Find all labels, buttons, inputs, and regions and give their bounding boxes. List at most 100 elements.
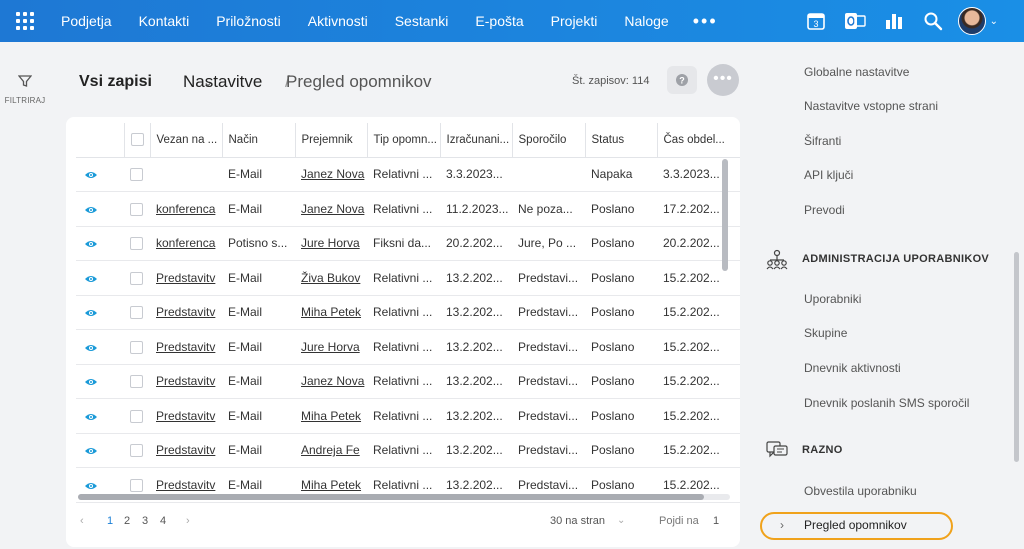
table-cell[interactable]: Andreja Fe xyxy=(295,433,367,468)
outlook-icon[interactable] xyxy=(840,6,870,36)
goto-page-input[interactable]: 1 xyxy=(713,515,719,527)
row-view-cell[interactable] xyxy=(76,260,124,296)
row-select-cell[interactable] xyxy=(124,260,150,296)
table-cell[interactable]: Miha Petek xyxy=(295,295,367,330)
row-select-cell[interactable] xyxy=(124,295,150,330)
table-cell[interactable]: konferenca xyxy=(150,226,222,261)
nav-item-podjetja[interactable]: Podjetja xyxy=(50,0,128,42)
eye-icon[interactable] xyxy=(84,239,98,249)
vertical-scrollbar[interactable] xyxy=(722,159,728,271)
row-checkbox[interactable] xyxy=(130,444,143,458)
table-row[interactable]: konferenca Potisno s... Jure Horva Fiksni d… xyxy=(76,226,740,261)
nav-item-aktivnosti[interactable]: Aktivnosti xyxy=(297,0,384,42)
row-view-cell[interactable] xyxy=(76,329,124,365)
table-row[interactable]: Predstavitv E-Mail Miha Petek Relativni ...… xyxy=(76,295,740,330)
table-cell[interactable]: Predstavitv xyxy=(150,364,222,399)
settings-item-globalne-nastavitve[interactable]: Globalne nastavitve xyxy=(804,65,909,79)
table-row[interactable]: konferenca E-Mail Janez Nova Relativni ... 1… xyxy=(76,191,740,227)
table-cell[interactable]: Janez Nova xyxy=(295,364,367,399)
eye-icon[interactable] xyxy=(84,205,98,215)
row-select-cell[interactable] xyxy=(124,364,150,399)
settings-item-nastavitve-vstopne-strani[interactable]: Nastavitve vstopne strani xyxy=(804,99,938,113)
filter-button[interactable]: FILTRIRAJ xyxy=(0,74,50,105)
page-1[interactable]: 1 xyxy=(107,515,113,527)
eye-icon[interactable] xyxy=(84,412,98,422)
table-row[interactable]: E-Mail Janez Nova Relativni ... 3.3.2023...… xyxy=(76,157,740,192)
apps-grid-icon[interactable] xyxy=(0,0,50,42)
col-header[interactable]: Sporočilo xyxy=(512,123,586,158)
eye-icon[interactable] xyxy=(84,170,98,180)
col-select-all[interactable] xyxy=(124,123,151,158)
row-view-cell[interactable] xyxy=(76,226,124,261)
row-view-cell[interactable] xyxy=(76,191,124,227)
row-select-cell[interactable] xyxy=(124,398,150,434)
table-cell[interactable]: Predstavitv xyxy=(150,295,222,330)
nav-item-eposta[interactable]: E-pošta xyxy=(464,0,539,42)
bar-chart-icon[interactable] xyxy=(879,6,909,36)
row-view-cell[interactable] xyxy=(76,157,124,192)
col-header[interactable]: Status xyxy=(585,123,658,158)
row-select-cell[interactable] xyxy=(124,157,150,192)
page-2[interactable]: 2 xyxy=(124,515,130,527)
nav-item-naloge[interactable]: Naloge xyxy=(613,0,684,42)
row-view-cell[interactable] xyxy=(76,433,124,468)
table-cell[interactable]: Predstavitv xyxy=(150,329,222,365)
next-page-button[interactable]: › xyxy=(186,515,190,527)
settings-item-prevodi[interactable]: Prevodi xyxy=(804,203,845,217)
table-cell[interactable]: Predstavitv xyxy=(150,398,222,434)
table-cell[interactable]: Predstavitv xyxy=(150,260,222,296)
row-view-cell[interactable] xyxy=(76,398,124,434)
row-select-cell[interactable] xyxy=(124,329,150,365)
eye-icon[interactable] xyxy=(84,343,98,353)
per-page-select[interactable]: 30 na stran xyxy=(550,515,605,527)
nav-more-button[interactable]: ••• xyxy=(685,0,726,42)
calendar-icon[interactable]: 3 xyxy=(801,6,831,36)
eye-icon[interactable] xyxy=(84,446,98,456)
table-cell[interactable]: Predstavitv xyxy=(150,433,222,468)
col-header[interactable]: Vezan na ... xyxy=(150,123,223,158)
row-select-cell[interactable] xyxy=(124,191,150,227)
chevron-down-icon[interactable]: ⌄ xyxy=(990,16,998,27)
help-button[interactable]: ? xyxy=(667,66,697,94)
row-view-cell[interactable] xyxy=(76,295,124,330)
page-3[interactable]: 3 xyxy=(142,515,148,527)
row-checkbox[interactable] xyxy=(130,271,143,285)
table-cell[interactable]: Janez Nova xyxy=(295,157,367,192)
row-checkbox[interactable] xyxy=(130,237,143,251)
table-cell[interactable]: Miha Petek xyxy=(295,398,367,434)
table-cell[interactable]: Jure Horva xyxy=(295,226,367,261)
col-header[interactable]: Način xyxy=(222,123,296,158)
col-header[interactable]: Tip opomn... xyxy=(367,123,441,158)
chevron-down-icon[interactable]: ⌄ xyxy=(617,515,625,526)
settings-item-dnevnik-aktivnosti[interactable]: Dnevnik aktivnosti xyxy=(804,361,901,375)
table-cell[interactable]: Janez Nova xyxy=(295,191,367,227)
horizontal-scrollbar[interactable] xyxy=(78,494,704,500)
nav-item-priloznosti[interactable]: Priložnosti xyxy=(205,0,297,42)
col-header[interactable]: Izračunani... xyxy=(440,123,513,158)
view-selector[interactable]: Vsi zapisi xyxy=(79,73,152,91)
prev-page-button[interactable]: ‹ xyxy=(80,515,84,527)
table-row[interactable]: Predstavitv E-Mail Janez Nova Relativni ...… xyxy=(76,364,740,399)
nav-item-sestanki[interactable]: Sestanki xyxy=(384,0,465,42)
row-checkbox[interactable] xyxy=(130,202,143,216)
row-select-cell[interactable] xyxy=(124,433,150,468)
eye-icon[interactable] xyxy=(84,377,98,387)
table-cell[interactable]: konferenca xyxy=(150,191,222,227)
settings-item-obvestila-uporabniku[interactable]: Obvestila uporabniku xyxy=(804,484,917,498)
settings-item-skupine[interactable]: Skupine xyxy=(804,326,847,340)
eye-icon[interactable] xyxy=(84,274,98,284)
row-select-cell[interactable] xyxy=(124,226,150,261)
more-options-button[interactable]: ••• xyxy=(707,64,739,96)
table-cell[interactable]: Živa Bukov xyxy=(295,260,367,296)
settings-item-label-active[interactable]: Pregled opomnikov xyxy=(804,518,907,532)
settings-item-sifranti[interactable]: Šifranti xyxy=(804,134,841,148)
row-view-cell[interactable] xyxy=(76,364,124,399)
table-row[interactable]: Predstavitv E-Mail Živa Bukov Relativni ...… xyxy=(76,260,740,296)
settings-item-api-kljuci[interactable]: API ključi xyxy=(804,168,853,182)
search-icon[interactable] xyxy=(918,6,948,36)
user-avatar[interactable] xyxy=(957,7,986,35)
nav-item-kontakti[interactable]: Kontakti xyxy=(128,0,206,42)
col-header[interactable]: Prejemnik xyxy=(295,123,368,158)
table-row[interactable]: Predstavitv E-Mail Andreja Fe Relativni ...… xyxy=(76,433,740,468)
settings-item-dnevnik-sms[interactable]: Dnevnik poslanih SMS sporočil xyxy=(804,396,969,410)
